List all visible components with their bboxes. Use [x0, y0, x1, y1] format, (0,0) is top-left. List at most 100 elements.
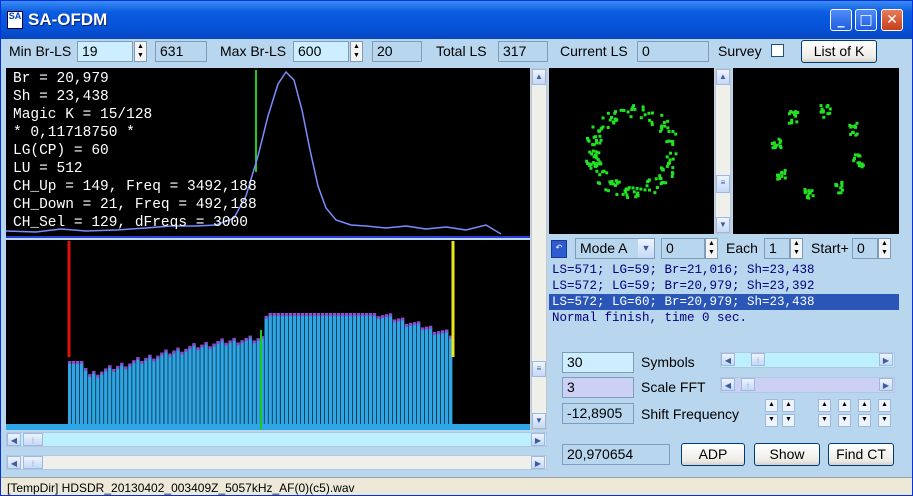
current-ls-label: Current LS — [560, 43, 628, 59]
scroll-left-arrow-icon[interactable]: ◀ — [7, 456, 21, 469]
maximize-button[interactable]: □ — [855, 9, 877, 31]
list-item[interactable]: Normal finish, time 0 sec. — [549, 310, 899, 326]
spectrum-bar — [240, 342, 244, 430]
spectrum-bar — [152, 360, 156, 430]
scale-fft-slider[interactable]: ◀ ⦙ ▶ — [720, 377, 895, 393]
spectrum-bar-cap — [136, 357, 140, 361]
adp-button[interactable]: ADP — [681, 443, 745, 466]
scroll-up-arrow-icon[interactable]: ▲ — [716, 69, 730, 85]
constellation-point — [626, 196, 630, 200]
scale-fft-label: Scale FFT — [641, 379, 706, 395]
spectrum-bar-cap — [352, 313, 357, 316]
constellation-point — [667, 161, 670, 165]
spectrum-bar — [416, 323, 421, 430]
max-brls-spinner[interactable]: ▲ ▼ — [350, 41, 363, 62]
symbols-input[interactable]: 30 — [562, 352, 634, 373]
each-input[interactable]: 1 — [764, 238, 790, 259]
constellation-point — [647, 178, 651, 182]
plot-vertical-scrollbar[interactable]: ▲ ≡ ▼ — [531, 68, 547, 430]
scroll-up-arrow-icon[interactable]: ▲ — [532, 69, 546, 85]
spectrum-bar-cap — [292, 313, 296, 316]
spectrum-bar — [344, 315, 349, 430]
spectrum-bar-cap — [256, 338, 260, 342]
list-of-k-button[interactable]: List of K — [801, 40, 877, 63]
start-input[interactable]: 0 — [852, 238, 878, 259]
scroll-left-arrow-icon[interactable]: ◀ — [7, 433, 21, 446]
mode-number-input[interactable]: 0 — [661, 238, 705, 259]
scroll-right-arrow-icon[interactable]: ▶ — [879, 378, 893, 391]
spectrum-bar — [356, 315, 361, 430]
spectrum-bar — [84, 370, 88, 430]
shift-fine-spinner[interactable]: ▲ ▼ ▲ ▼ ▲ ▼ ▲ ▼ — [818, 399, 894, 427]
spectrum-bar — [80, 363, 84, 430]
scroll-right-arrow-icon[interactable]: ▶ — [879, 353, 893, 366]
spectrum-bar — [304, 315, 308, 430]
scroll-down-arrow-icon[interactable]: ▼ — [532, 413, 546, 429]
scroll-thumb[interactable]: ⦙ — [23, 433, 43, 446]
title-bar[interactable]: SA SA-OFDM _ □ ✕ — [1, 1, 912, 39]
horizontal-scrollbar-1[interactable]: ◀ ⦙ ▶ — [6, 432, 547, 447]
constellation-point — [625, 193, 629, 197]
spectrum-bar-cap — [68, 361, 72, 364]
scroll-down-arrow-icon[interactable]: ▼ — [716, 217, 730, 233]
horizontal-scrollbar-2[interactable]: ◀ ⦙ ▶ — [6, 455, 547, 470]
find-ct-button[interactable]: Find CT — [828, 443, 894, 466]
spectrum-bar — [288, 315, 292, 430]
spectrum-bar — [204, 343, 208, 430]
spectrum-bar-cap — [304, 313, 308, 316]
scroll-thumb[interactable]: ≡ — [532, 361, 546, 377]
constellation-point — [671, 140, 675, 144]
minimize-button[interactable]: _ — [830, 9, 852, 31]
shift-frequency-input[interactable]: -12,8905 — [562, 403, 634, 424]
min-brls-spinner[interactable]: ▲ ▼ — [134, 41, 147, 62]
scroll-right-arrow-icon[interactable]: ▶ — [531, 456, 545, 469]
spectrum-bar — [328, 315, 333, 430]
spectrum-bar-cap — [148, 354, 152, 358]
list-item[interactable]: LS=571; LG=59; Br=21,016; Sh=23,438 — [549, 262, 899, 278]
scroll-thumb[interactable]: ⦙ — [23, 456, 43, 469]
spectrum-bar — [276, 315, 280, 430]
max-brls-input[interactable]: 600 — [293, 41, 349, 62]
constellation-point — [794, 114, 798, 118]
mode-number-spinner[interactable]: ▲ ▼ — [705, 238, 718, 259]
shift-coarse-spinner[interactable]: ▲ ▼ ▲ ▼ — [765, 399, 795, 427]
spectrum-bar — [445, 331, 449, 430]
constellation-point — [828, 107, 832, 111]
spectrum-bar-cap — [180, 351, 184, 355]
slider-thumb[interactable]: ⦙ — [751, 353, 765, 366]
constellation-scrollbar[interactable]: ▲ ≡ ▼ — [715, 68, 731, 234]
spectrum-bar — [236, 344, 240, 430]
constellation-point — [594, 150, 598, 154]
spectrum-bar-cap — [188, 345, 192, 349]
mode-dropdown[interactable]: Mode A ▼ — [575, 238, 655, 259]
symbols-slider[interactable]: ◀ ⦙ ▶ — [720, 352, 895, 368]
spectrum-bar — [388, 315, 393, 430]
constellation-point — [612, 182, 616, 186]
scroll-thumb[interactable]: ≡ — [716, 175, 730, 193]
close-button[interactable]: ✕ — [881, 9, 903, 31]
spectrum-bar — [72, 363, 76, 430]
each-spinner[interactable]: ▲ ▼ — [790, 238, 803, 259]
scroll-left-arrow-icon[interactable]: ◀ — [721, 353, 735, 366]
constellation-point — [667, 130, 671, 133]
constellation-point — [776, 177, 780, 181]
chevron-down-icon[interactable]: ▼ — [638, 239, 654, 258]
result-log-list[interactable]: LS=571; LG=59; Br=21,016; Sh=23,438 LS=5… — [549, 262, 899, 342]
slider-thumb[interactable]: ⦙ — [741, 378, 755, 391]
spectrum-bar-cap — [160, 352, 164, 356]
back-icon[interactable]: ↶ — [551, 240, 567, 258]
start-spinner[interactable]: ▲ ▼ — [878, 238, 891, 259]
constellation-point — [820, 107, 824, 111]
scroll-right-arrow-icon[interactable]: ▶ — [531, 433, 545, 446]
survey-checkbox[interactable] — [771, 44, 784, 57]
scale-fft-input[interactable]: 3 — [562, 377, 634, 398]
scroll-left-arrow-icon[interactable]: ◀ — [721, 378, 735, 391]
spectrum-bar-cap — [412, 322, 417, 326]
constellation-point — [639, 187, 643, 191]
list-item[interactable]: LS=572; LG=60; Br=20,979; Sh=23,438 — [549, 294, 899, 310]
constellation-plot-left — [549, 68, 714, 234]
show-button[interactable]: Show — [754, 443, 820, 466]
constellation-point — [648, 118, 652, 122]
min-brls-input[interactable]: 19 — [77, 41, 133, 62]
list-item[interactable]: LS=572; LG=59; Br=20,979; Sh=23,392 — [549, 278, 899, 294]
